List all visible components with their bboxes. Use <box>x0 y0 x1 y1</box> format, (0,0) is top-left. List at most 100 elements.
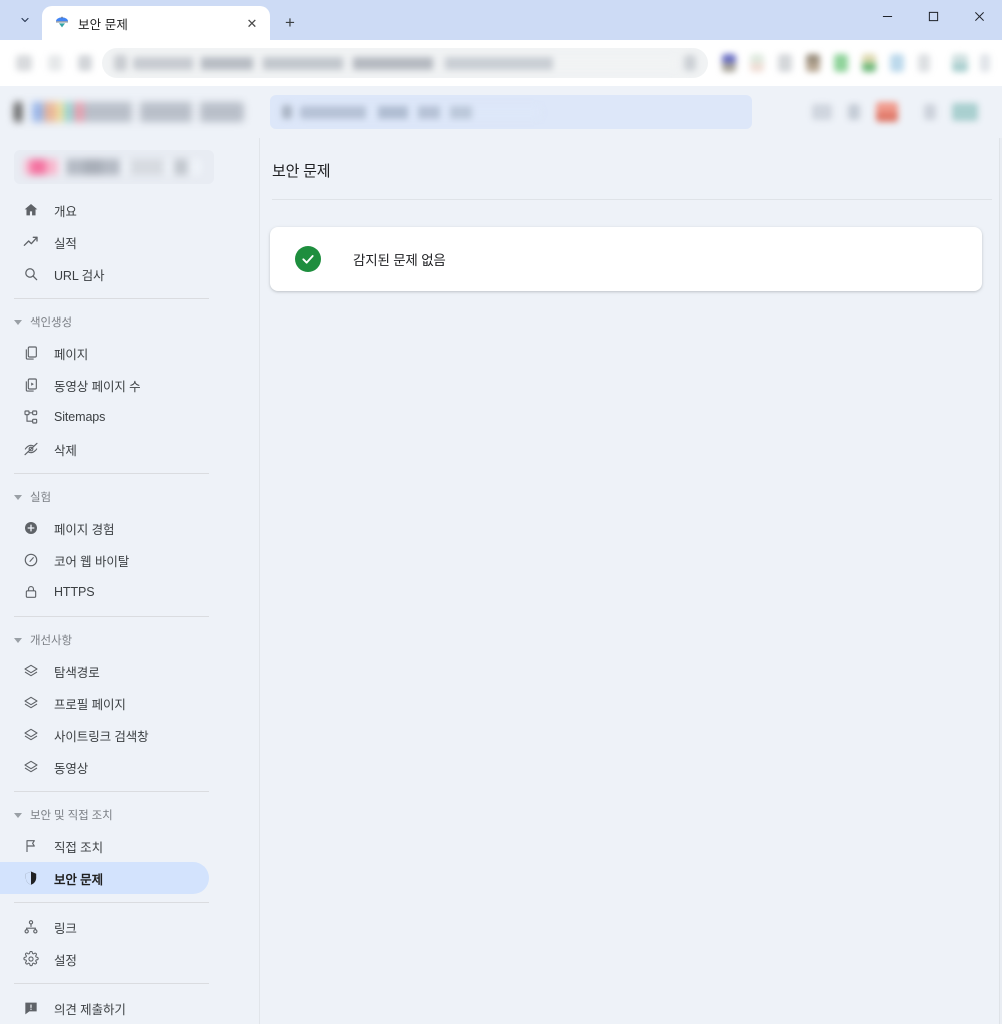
sidebar-item-label: 페이지 경험 <box>54 522 115 537</box>
nav-back-button[interactable] <box>16 55 32 71</box>
sidebar-section-label: 실험 <box>30 492 51 504</box>
sidebar-section-security[interactable]: 보안 및 직접 조치 <box>0 800 259 830</box>
sidebar-item-label: 보안 문제 <box>54 872 103 887</box>
window-close-button[interactable] <box>956 0 1002 32</box>
check-circle-icon <box>295 246 321 272</box>
tab-search-chevron-icon[interactable] <box>10 5 40 35</box>
layers-icon <box>22 726 40 744</box>
sidebar-item-label: 직접 조치 <box>54 840 103 855</box>
extension-icon-5[interactable] <box>834 54 848 72</box>
profile-avatar[interactable] <box>952 54 968 72</box>
sidebar-item-manual-actions[interactable]: 직접 조치 <box>0 830 209 862</box>
page-title-divider <box>272 199 992 200</box>
browser-toolbar <box>0 40 1002 86</box>
sidebar-item-url-inspection[interactable]: URL 검사 <box>0 258 209 290</box>
sidebar-item-sitelinks-searchbox[interactable]: 사이트링크 검색창 <box>0 719 209 751</box>
sidebar-item-https[interactable]: HTTPS <box>0 576 209 608</box>
extension-icon-1[interactable] <box>722 54 736 72</box>
sidebar-item-pages[interactable]: 페이지 <box>0 337 209 369</box>
app-search-text <box>300 105 540 119</box>
sidebar-item-overview[interactable]: 개요 <box>0 194 209 226</box>
sidebar-divider <box>14 791 209 792</box>
sidebar-section-indexing[interactable]: 색인생성 <box>0 307 259 337</box>
shield-icon <box>22 869 40 887</box>
sidebar-section-label: 개선사항 <box>30 635 72 647</box>
extension-icon-4[interactable] <box>806 54 820 72</box>
links-icon <box>22 918 40 936</box>
window-maximize-button[interactable] <box>910 0 956 32</box>
browser-window: 보안 문제 ✕ + 개요 실적 URL 검사 색인생성 페이지 동영상 페이지 … <box>0 0 1002 1024</box>
extension-icon-6[interactable] <box>862 54 876 72</box>
app-search-input[interactable] <box>270 95 752 129</box>
chevron-down-icon <box>14 812 22 818</box>
sidebar-item-videos[interactable]: 동영상 <box>0 751 209 783</box>
layers-icon <box>22 694 40 712</box>
sidebar-item-profile-pages[interactable]: 프로필 페이지 <box>0 687 209 719</box>
feedback-icon <box>22 999 40 1017</box>
home-icon <box>22 201 40 219</box>
header-notification-badge[interactable] <box>876 102 898 122</box>
sidebar-item-breadcrumbs[interactable]: 탐색경로 <box>0 655 209 687</box>
sidebar-item-label: 삭제 <box>54 443 77 458</box>
sidebar-item-label: 의견 제출하기 <box>54 1002 126 1017</box>
extension-icon-7[interactable] <box>890 54 904 72</box>
sidebar-item-page-experience[interactable]: 페이지 경험 <box>0 512 209 544</box>
bookmark-star-icon[interactable] <box>684 55 696 71</box>
sidebar-item-removals[interactable]: 삭제 <box>0 433 209 465</box>
sidebar-item-label: 동영상 페이지 수 <box>54 379 141 394</box>
sidebar-item-send-feedback[interactable]: 의견 제출하기 <box>0 992 209 1024</box>
sidebar-item-core-web-vitals[interactable]: 코어 웹 바이탈 <box>0 544 209 576</box>
browser-tab-active[interactable]: 보안 문제 ✕ <box>42 6 270 40</box>
sidebar-item-settings[interactable]: 설정 <box>0 943 209 975</box>
nav-reload-button[interactable] <box>78 55 92 71</box>
sidebar-divider <box>14 902 209 903</box>
new-tab-button[interactable]: + <box>276 8 304 36</box>
sidebar-section-enhancements[interactable]: 개선사항 <box>0 625 259 655</box>
sidebar-divider <box>14 616 209 617</box>
sidebar-item-links[interactable]: 링크 <box>0 911 209 943</box>
window-controls <box>864 0 1002 40</box>
sidebar-item-label: 동영상 <box>54 761 89 776</box>
sidebar-item-label: 개요 <box>54 204 77 219</box>
address-bar[interactable] <box>102 48 708 78</box>
site-info-icon[interactable] <box>114 55 127 71</box>
sidebar-section-label: 색인생성 <box>30 317 72 329</box>
sidebar-item-label: 코어 웹 바이탈 <box>54 554 130 569</box>
header-action-2[interactable] <box>848 104 860 120</box>
nav-forward-button[interactable] <box>48 55 62 71</box>
speedometer-icon <box>22 551 40 569</box>
address-bar-url-text <box>133 56 678 70</box>
extension-icon-2[interactable] <box>750 54 764 72</box>
browser-menu-icon[interactable] <box>980 54 990 72</box>
sidebar-item-security-issues[interactable]: 보안 문제 <box>0 862 209 894</box>
search-console-logo[interactable] <box>14 102 244 122</box>
main-content: 보안 문제 감지된 문제 없음 <box>260 138 1002 1024</box>
page-viewport: 개요 실적 URL 검사 색인생성 페이지 동영상 페이지 수 Sitemaps… <box>0 86 1002 1024</box>
header-avatar[interactable] <box>952 103 978 121</box>
property-selector[interactable] <box>14 150 214 184</box>
sidebar-item-label: 링크 <box>54 921 77 936</box>
sidebar-section-experience[interactable]: 실험 <box>0 482 259 512</box>
page-experience-icon <box>22 519 40 537</box>
header-action-1[interactable] <box>812 104 832 120</box>
sitemap-icon <box>22 408 40 426</box>
sidebar-item-label: 설정 <box>54 953 77 968</box>
security-status-text: 감지된 문제 없음 <box>353 253 446 268</box>
window-minimize-button[interactable] <box>864 0 910 32</box>
security-status-card: 감지된 문제 없음 <box>270 227 982 291</box>
header-action-3[interactable] <box>924 104 936 120</box>
tab-close-icon[interactable]: ✕ <box>242 13 262 33</box>
extension-icon-8[interactable] <box>918 54 930 72</box>
sidebar-item-sitemaps[interactable]: Sitemaps <box>0 401 209 433</box>
browser-titlebar: 보안 문제 ✕ + <box>0 0 1002 40</box>
sidebar-item-video-pages[interactable]: 동영상 페이지 수 <box>0 369 209 401</box>
sidebar-item-performance[interactable]: 실적 <box>0 226 209 258</box>
app-header-actions <box>812 102 988 122</box>
eye-off-icon <box>22 440 40 458</box>
property-selector-value <box>24 159 202 175</box>
browser-tab-title: 보안 문제 <box>78 17 128 32</box>
extension-icon-3[interactable] <box>778 54 792 72</box>
sidebar-item-label: 사이트링크 검색창 <box>54 729 149 744</box>
chevron-down-icon <box>14 637 22 643</box>
sidebar-item-label: URL 검사 <box>54 268 105 283</box>
